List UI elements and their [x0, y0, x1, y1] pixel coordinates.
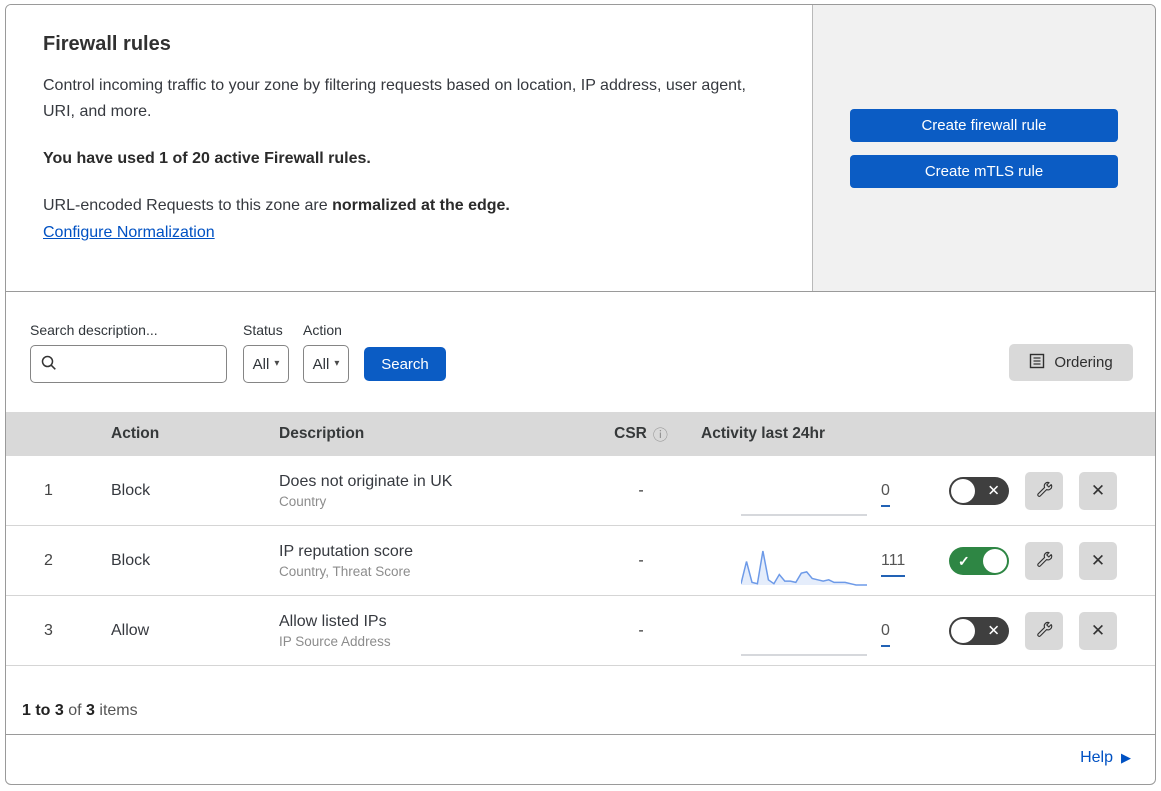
rule-priority: 3: [44, 621, 53, 639]
rule-priority: 1: [44, 481, 53, 499]
page-description: Control incoming traffic to your zone by…: [43, 77, 746, 121]
status-select[interactable]: All ▾: [243, 345, 289, 383]
close-icon: ✕: [1090, 620, 1106, 640]
table-header: Action Description CSR ⓘ Activity last 2…: [6, 412, 1155, 456]
help-link[interactable]: Help ▶: [1080, 749, 1131, 767]
column-action: Action: [111, 425, 160, 442]
edit-rule-button[interactable]: [1025, 541, 1063, 580]
action-select[interactable]: All ▾: [303, 345, 349, 383]
toggle-knob: [983, 548, 1007, 573]
column-activity: Activity last 24hr: [701, 425, 826, 442]
rule-enabled-toggle[interactable]: ✓ ✕: [949, 616, 1009, 645]
header-text-panel: Firewall rules Control incoming traffic …: [6, 5, 813, 291]
filter-bar: Search description... Status All ▾ Actio…: [6, 292, 1155, 412]
wrench-icon: [1035, 620, 1053, 642]
table-row: 1 Block Does not originate in UK Country…: [6, 456, 1155, 526]
table-row: 3 Allow Allow listed IPs IP Source Addre…: [6, 596, 1155, 666]
rule-action: Allow: [111, 621, 150, 639]
arrow-right-icon: ▶: [1121, 750, 1131, 765]
rule-enabled-toggle[interactable]: ✓ ✕: [949, 546, 1009, 575]
rule-action: Block: [111, 551, 151, 569]
wrench-icon: [1035, 550, 1053, 572]
rule-description: Allow listed IPs: [279, 612, 387, 630]
rule-csr-value: -: [638, 621, 644, 639]
action-label: Action: [303, 322, 342, 338]
edit-rule-button[interactable]: [1025, 611, 1063, 650]
normalization-text: URL-encoded Requests to this zone are no…: [43, 197, 772, 215]
rule-description: IP reputation score: [279, 542, 414, 560]
activity-sparkline: [741, 653, 867, 656]
ordering-label: Ordering: [1054, 354, 1113, 371]
configure-normalization-link[interactable]: Configure Normalization: [43, 224, 215, 241]
rule-description: Does not originate in UK: [279, 472, 453, 490]
close-icon: ✕: [1090, 550, 1106, 570]
rule-action: Block: [111, 481, 151, 499]
check-icon: ✓: [958, 552, 970, 569]
activity-sparkline: [741, 550, 867, 586]
search-button[interactable]: Search: [364, 347, 446, 381]
status-label: Status: [243, 322, 283, 338]
item-total: 3: [86, 702, 95, 719]
column-description: Description: [279, 425, 365, 442]
action-filter-group: Action All ▾: [303, 322, 349, 383]
chevron-down-icon: ▾: [274, 358, 280, 369]
column-csr: CSR ⓘ: [614, 424, 668, 445]
activity-count-link[interactable]: 0: [881, 622, 890, 647]
close-icon: ✕: [1090, 480, 1106, 500]
ordering-button[interactable]: Ordering: [1009, 344, 1133, 381]
status-select-value: All: [252, 355, 270, 373]
rule-csr-value: -: [638, 551, 644, 569]
firewall-rules-card: Firewall rules Control incoming traffic …: [5, 4, 1156, 785]
search-input[interactable]: [30, 345, 227, 383]
page-title: Firewall rules: [43, 33, 171, 55]
status-filter-group: Status All ▾: [243, 322, 289, 383]
header-section: Firewall rules Control incoming traffic …: [6, 5, 1155, 292]
rule-priority: 2: [44, 551, 53, 569]
activity-count-link[interactable]: 0: [881, 482, 890, 507]
x-icon: ✕: [987, 622, 1000, 639]
delete-rule-button[interactable]: ✕: [1079, 611, 1117, 650]
create-firewall-rule-button[interactable]: Create firewall rule: [850, 108, 1118, 142]
rule-fields: IP Source Address: [279, 633, 391, 649]
rule-fields: Country, Threat Score: [279, 563, 411, 579]
activity-count-link[interactable]: 111: [881, 552, 906, 577]
normalization-text-plain: URL-encoded Requests to this zone are: [43, 196, 328, 214]
rule-enabled-toggle[interactable]: ✓ ✕: [949, 476, 1009, 505]
rule-fields: Country: [279, 493, 327, 509]
chevron-down-icon: ▾: [334, 358, 340, 369]
activity-sparkline: [741, 513, 867, 516]
toggle-knob: [951, 478, 975, 503]
help-bar: Help ▶: [6, 735, 1155, 781]
search-label: Search description...: [30, 322, 158, 338]
ordering-icon: [1029, 353, 1045, 373]
wrench-icon: [1035, 480, 1053, 502]
action-select-value: All: [312, 355, 330, 373]
info-icon[interactable]: ⓘ: [653, 424, 668, 445]
rule-csr-value: -: [638, 481, 644, 499]
search-group: Search description...: [30, 322, 227, 383]
delete-rule-button[interactable]: ✕: [1079, 541, 1117, 580]
actions-panel: Create firewall rule Create mTLS rule: [813, 5, 1155, 291]
pagination-summary: 1 to 3 of 3 items: [6, 666, 1155, 735]
usage-text: You have used 1 of 20 active Firewall ru…: [43, 149, 371, 167]
edit-rule-button[interactable]: [1025, 471, 1063, 510]
table-row: 2 Block IP reputation score Country, Thr…: [6, 526, 1155, 596]
x-icon: ✕: [987, 482, 1000, 499]
toggle-knob: [951, 618, 975, 643]
create-mtls-rule-button[interactable]: Create mTLS rule: [850, 154, 1118, 188]
normalization-text-bold: normalized at the edge.: [332, 196, 510, 214]
search-icon: [41, 355, 57, 376]
delete-rule-button[interactable]: ✕: [1079, 471, 1117, 510]
item-range: 1 to 3: [22, 702, 64, 719]
